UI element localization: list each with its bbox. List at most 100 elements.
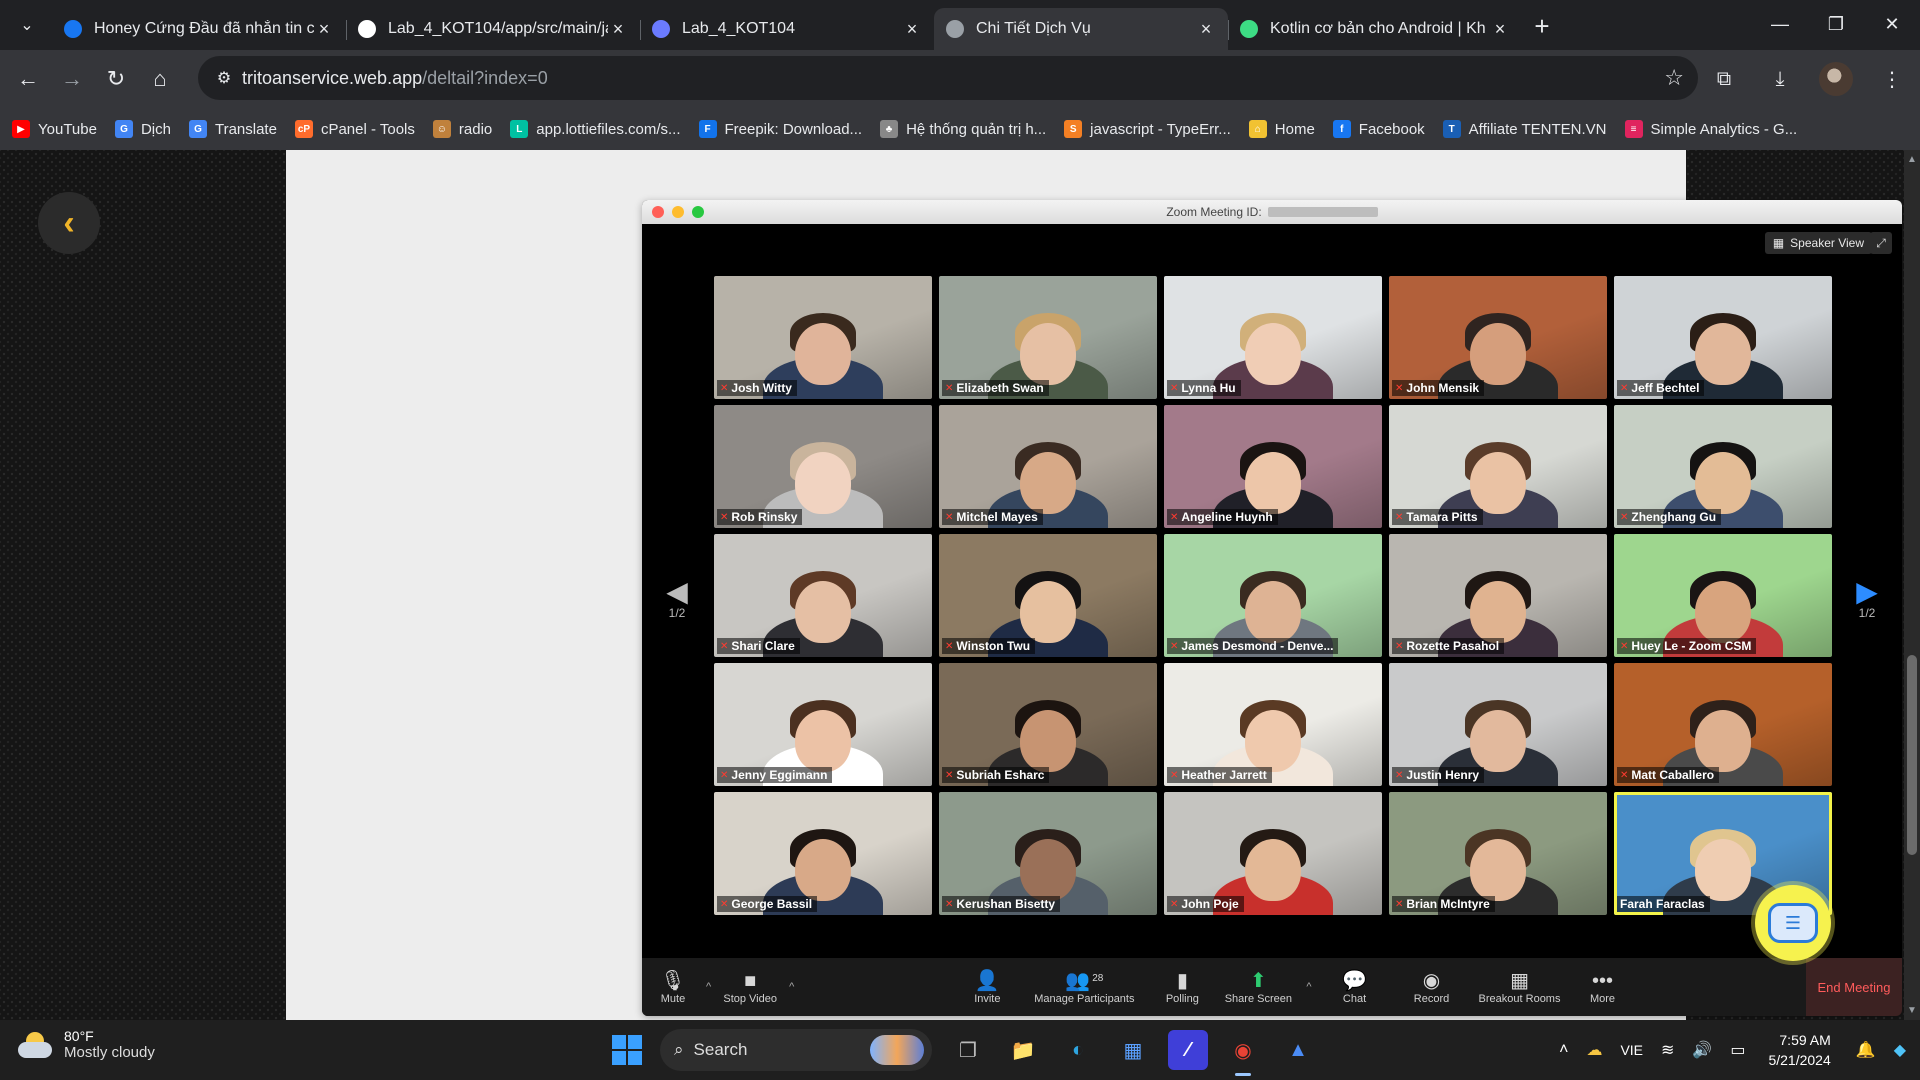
battery-icon[interactable]: ▭ bbox=[1730, 1040, 1745, 1060]
bookmark-favicon-icon: G bbox=[114, 120, 133, 138]
microsoft-store-icon[interactable]: ▦ bbox=[1113, 1030, 1153, 1070]
bookmark-item[interactable]: cP cPanel - Tools bbox=[294, 120, 415, 138]
weather-widget[interactable]: 80°F Mostly cloudy bbox=[18, 1028, 155, 1062]
participant-name: Kerushan Bisetty bbox=[956, 897, 1056, 911]
bookmark-item[interactable]: Sjavascript - TypeErr... bbox=[1064, 120, 1231, 138]
start-button[interactable] bbox=[612, 1035, 642, 1065]
participant-name: John Mensik bbox=[1406, 381, 1480, 395]
new-tab-button[interactable]: + bbox=[1522, 6, 1562, 46]
search-highlight-image bbox=[870, 1035, 924, 1065]
taskbar-search[interactable]: ⌕ Search bbox=[660, 1029, 932, 1071]
home-button[interactable]: ⌂ bbox=[138, 57, 182, 101]
temperature: 80°F bbox=[64, 1028, 94, 1044]
arrow-right-icon: → bbox=[61, 66, 83, 91]
tab-title: Chi Tiết Dịch Vụ bbox=[976, 20, 1091, 37]
extensions-icon[interactable]: ⧉ bbox=[1696, 68, 1752, 91]
restore-button[interactable]: ❐ bbox=[1808, 0, 1864, 48]
bookmark-star-icon[interactable]: ☆ bbox=[1664, 65, 1684, 91]
close-tab-icon[interactable]: × bbox=[314, 19, 334, 40]
android-studio-icon[interactable]: ▲ bbox=[1278, 1030, 1318, 1070]
scroll-down-icon[interactable]: ▼ bbox=[1904, 1005, 1920, 1016]
url-text[interactable]: tritoanservice.web.app/deltail?index=0 bbox=[242, 68, 548, 89]
zoom-titlebar: Zoom Meeting ID: bbox=[642, 200, 1902, 224]
address-bar[interactable]: ⚙ tritoanservice.web.app/deltail?index=0… bbox=[198, 56, 1698, 100]
bookmark-item[interactable]: ♣ Hệ thống quản trị h... bbox=[880, 120, 1046, 138]
task-view-icon[interactable]: ❐ bbox=[948, 1030, 988, 1070]
participant-video-tile: ✕ Huey Le - Zoom CSM bbox=[1614, 534, 1832, 657]
participant-name: Tamara Pitts bbox=[1406, 510, 1478, 524]
browser-tab[interactable]: Honey Cứng Đầu đã nhắn tin cho bạn× bbox=[52, 8, 346, 50]
browser-tab[interactable]: Chi Tiết Dịch Vụ × bbox=[934, 8, 1228, 50]
share-screen-label: Share Screen bbox=[1224, 993, 1292, 1005]
participant-video-tile: ✕ Rozette Pasahol bbox=[1389, 534, 1607, 657]
browser-tab[interactable]: Kotlin cơ bản cho Android | Kh × bbox=[1228, 8, 1522, 50]
muted-mic-icon: ✕ bbox=[1170, 898, 1179, 910]
support-chat-button[interactable]: ☰ bbox=[1755, 885, 1831, 961]
language-indicator[interactable]: VIE bbox=[1620, 1042, 1643, 1058]
muted-mic-icon: ✕ bbox=[945, 898, 954, 910]
reload-button[interactable]: ↻ bbox=[94, 57, 138, 101]
close-tab-icon[interactable]: × bbox=[902, 19, 922, 40]
participant-name-tag: ✕ Tamara Pitts bbox=[1392, 509, 1483, 525]
browser-tab[interactable]: Lab_4_KOT104/app/src/main/java × bbox=[346, 8, 640, 50]
site-info-icon[interactable]: ⚙ bbox=[206, 68, 242, 88]
record-icon: ◉ bbox=[1422, 970, 1441, 992]
chevron-up-icon[interactable]: ˄ bbox=[1559, 1041, 1568, 1059]
minimize-dot bbox=[672, 206, 684, 218]
download-icon[interactable]: ⤓ bbox=[1752, 68, 1808, 91]
participant-video-tile: ✕ Winston Twu bbox=[939, 534, 1157, 657]
participant-video-tile: ✕ Josh Witty bbox=[714, 276, 932, 399]
bookmark-item[interactable]: F Freepik: Download... bbox=[698, 120, 862, 138]
bookmark-item[interactable]: ▶ YouTube bbox=[12, 120, 97, 138]
close-tab-icon[interactable]: × bbox=[608, 19, 628, 40]
menu-icon[interactable]: ⋮ bbox=[1864, 67, 1920, 92]
file-explorer-icon[interactable]: 📁 bbox=[1003, 1030, 1043, 1070]
bookmark-item[interactable]: G Dịch bbox=[114, 120, 171, 138]
wifi-icon[interactable]: ≋ bbox=[1661, 1040, 1674, 1060]
page-scrollbar[interactable]: ▲ ▼ bbox=[1904, 150, 1920, 1020]
tab-search-button[interactable]: ⌄ bbox=[8, 6, 46, 44]
mute-label: Mute bbox=[660, 993, 686, 1005]
scrollbar-thumb[interactable] bbox=[1907, 655, 1917, 855]
avatar[interactable] bbox=[1819, 62, 1853, 96]
bookmark-item[interactable]: ⌂ Home bbox=[1248, 120, 1315, 138]
bookmark-item[interactable]: ≡ Simple Analytics - G... bbox=[1624, 120, 1797, 138]
participant-video-tile: ✕ Tamara Pitts bbox=[1389, 405, 1607, 528]
participant-face bbox=[1470, 709, 1526, 772]
url-path: /deltail?index=0 bbox=[422, 67, 548, 88]
participant-video-tile: ✕ George Bassil bbox=[714, 792, 932, 915]
clock[interactable]: 7:59 AM 5/21/2024 bbox=[1768, 1030, 1830, 1070]
bookmark-item[interactable]: T Affiliate TENTEN.VN bbox=[1442, 120, 1607, 138]
browser-tab[interactable]: Lab_4_KOT104 × bbox=[640, 8, 934, 50]
bookmark-item[interactable]: ☺ radio bbox=[432, 120, 492, 138]
muted-mic-icon: ✕ bbox=[945, 511, 954, 523]
bookmark-item[interactable]: f Facebook bbox=[1332, 120, 1425, 138]
edge-icon[interactable]: ◐ bbox=[1058, 1030, 1098, 1070]
page-back-button[interactable]: ‹ bbox=[38, 192, 100, 254]
forward-button[interactable]: → bbox=[50, 57, 94, 101]
participant-face bbox=[1020, 580, 1076, 643]
close-tab-icon[interactable]: × bbox=[1196, 19, 1216, 40]
close-tab-icon[interactable]: × bbox=[1490, 19, 1510, 40]
app-icon[interactable]: ⁄ bbox=[1168, 1030, 1208, 1070]
muted-mic-icon: ✕ bbox=[1170, 382, 1179, 394]
copilot-icon[interactable]: ◆ bbox=[1894, 1040, 1906, 1060]
chrome-icon[interactable]: ◉ bbox=[1223, 1030, 1263, 1076]
bookmark-item[interactable]: G Translate bbox=[188, 120, 277, 138]
participant-video-tile: ✕ Lynna Hu bbox=[1164, 276, 1382, 399]
minimize-button[interactable]: — bbox=[1752, 0, 1808, 48]
bookmark-item[interactable]: Lapp.lottiefiles.com/s... bbox=[510, 120, 681, 138]
breakout-rooms-label: Breakout Rooms bbox=[1478, 993, 1561, 1005]
volume-icon[interactable]: 🔊 bbox=[1692, 1040, 1712, 1060]
traffic-lights bbox=[652, 206, 704, 218]
participant-face bbox=[1470, 838, 1526, 901]
bookmark-label: javascript - TypeErr... bbox=[1090, 120, 1231, 138]
fullscreen-icon: ⤢ bbox=[1870, 232, 1892, 254]
notification-bell-icon[interactable]: 🔔 bbox=[1856, 1040, 1876, 1060]
scroll-up-icon[interactable]: ▲ bbox=[1904, 154, 1920, 165]
participant-face bbox=[1245, 709, 1301, 772]
close-window-button[interactable]: ✕ bbox=[1864, 0, 1920, 48]
onedrive-warning-icon[interactable]: ☁ bbox=[1586, 1040, 1602, 1060]
invite-button: 👤 Invite bbox=[962, 958, 1012, 1016]
back-button[interactable]: ← bbox=[6, 57, 50, 101]
